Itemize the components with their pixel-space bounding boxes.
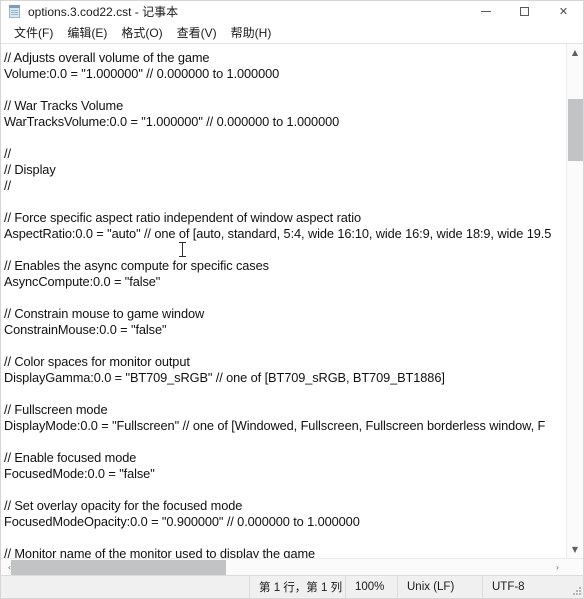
maximize-button[interactable]	[505, 1, 544, 22]
status-zoom-level[interactable]: 100%	[345, 576, 397, 598]
title-bar[interactable]: options.3.cod22.cst - 记事本 ✕	[1, 1, 583, 22]
menu-edit[interactable]: 编辑(E)	[60, 24, 114, 42]
editor-line: ConstrainMouse:0.0 = "false"	[4, 322, 566, 338]
menu-format[interactable]: 格式(O)	[114, 24, 169, 42]
scroll-right-icon[interactable]: ›	[549, 559, 566, 575]
vertical-scrollbar[interactable]: ▲ ▼	[566, 44, 583, 558]
status-bar-spacer	[1, 576, 249, 598]
editor-line	[4, 338, 566, 354]
editor-line	[4, 194, 566, 210]
notepad-window: options.3.cod22.cst - 记事本 ✕ 文件(F) 编辑(E) …	[0, 0, 584, 599]
editor-line: // War Tracks Volume	[4, 98, 566, 114]
editor-line	[4, 434, 566, 450]
scrollbar-corner	[566, 559, 583, 575]
editor-line: //	[4, 146, 566, 162]
status-encoding[interactable]: UTF-8	[482, 576, 567, 598]
editor-line: // Color spaces for monitor output	[4, 354, 566, 370]
horizontal-scrollbar[interactable]: ‹ ›	[1, 558, 583, 575]
editor-line: // Adjusts overall volume of the game	[4, 50, 566, 66]
menu-help[interactable]: 帮助(H)	[224, 24, 279, 42]
editor-line	[4, 530, 566, 546]
editor-line	[4, 242, 566, 258]
editor-line	[4, 130, 566, 146]
editor-line: // Display	[4, 162, 566, 178]
editor-line: DisplayMode:0.0 = "Fullscreen" // one of…	[4, 418, 566, 434]
notepad-document-icon	[8, 5, 21, 18]
window-controls: ✕	[466, 1, 583, 22]
editor-line: // Set overlay opacity for the focused m…	[4, 498, 566, 514]
editor-line	[4, 82, 566, 98]
editor-line	[4, 290, 566, 306]
editor-line: FocusedModeOpacity:0.0 = "0.900000" // 0…	[4, 514, 566, 530]
editor-line: FocusedMode:0.0 = "false"	[4, 466, 566, 482]
editor-row: // Adjusts overall volume of the gameVol…	[1, 44, 583, 558]
status-line-ending[interactable]: Unix (LF)	[397, 576, 482, 598]
editor-line: DisplayGamma:0.0 = "BT709_sRGB" // one o…	[4, 370, 566, 386]
scroll-up-icon[interactable]: ▲	[567, 44, 583, 61]
menu-bar: 文件(F) 编辑(E) 格式(O) 查看(V) 帮助(H)	[1, 22, 583, 44]
vertical-scrollbar-thumb[interactable]	[568, 99, 583, 161]
close-button[interactable]: ✕	[544, 1, 583, 22]
resize-grip-icon[interactable]	[567, 576, 583, 598]
editor-line: // Enable focused mode	[4, 450, 566, 466]
editor-line: // Enables the async compute for specifi…	[4, 258, 566, 274]
scroll-down-icon[interactable]: ▼	[567, 541, 583, 558]
title-bar-left: options.3.cod22.cst - 记事本	[1, 5, 178, 19]
editor-line: //	[4, 178, 566, 194]
minimize-icon	[481, 11, 491, 12]
menu-view[interactable]: 查看(V)	[170, 24, 224, 42]
editor-line	[4, 482, 566, 498]
editor-line	[4, 386, 566, 402]
editor-line: // Monitor name of the monitor used to d…	[4, 546, 566, 558]
editor-region: // Adjusts overall volume of the gameVol…	[1, 44, 583, 575]
status-bar: 第 1 行，第 1 列 100% Unix (LF) UTF-8	[1, 575, 583, 598]
minimize-button[interactable]	[466, 1, 505, 22]
text-editor[interactable]: // Adjusts overall volume of the gameVol…	[1, 44, 566, 558]
horizontal-scrollbar-thumb[interactable]	[11, 560, 226, 575]
editor-line: // Fullscreen mode	[4, 402, 566, 418]
editor-line: Volume:0.0 = "1.000000" // 0.000000 to 1…	[4, 66, 566, 82]
editor-line: WarTracksVolume:0.0 = "1.000000" // 0.00…	[4, 114, 566, 130]
editor-line: // Force specific aspect ratio independe…	[4, 210, 566, 226]
editor-line: AspectRatio:0.0 = "auto" // one of [auto…	[4, 226, 566, 242]
status-cursor-position[interactable]: 第 1 行，第 1 列	[249, 576, 345, 598]
maximize-icon	[520, 7, 529, 16]
editor-line: AsyncCompute:0.0 = "false"	[4, 274, 566, 290]
window-title: options.3.cod22.cst - 记事本	[28, 5, 178, 19]
close-icon: ✕	[559, 6, 568, 17]
editor-line: // Constrain mouse to game window	[4, 306, 566, 322]
menu-file[interactable]: 文件(F)	[7, 24, 60, 42]
